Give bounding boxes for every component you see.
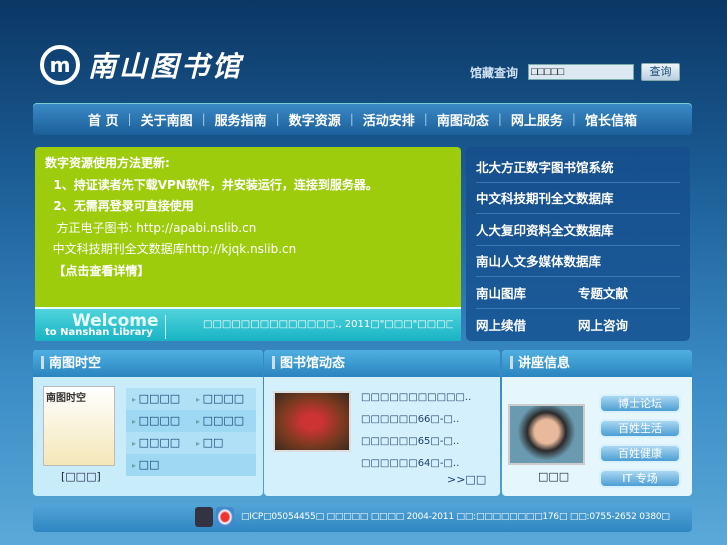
quick-link[interactable]: 人大复印资料全文数据库	[476, 214, 680, 246]
news-item[interactable]: □□□□□□65□-□..	[361, 436, 459, 447]
news-panel: 图书馆动态 □□□□□□□□□□□.. □□□□□□66□-□.. □□□□□□…	[264, 350, 500, 496]
magazine-cover[interactable]: 南图时空	[43, 386, 115, 466]
nav-item[interactable]: 首 页	[79, 110, 128, 129]
cover-title: 南图时空	[46, 393, 86, 404]
nav-item[interactable]: 网上服务	[502, 110, 572, 129]
police-badge-icon[interactable]	[195, 507, 213, 527]
quick-link[interactable]: 南山图库	[476, 283, 578, 302]
news-photo[interactable]	[273, 391, 351, 452]
notice-line: 1、持证读者先下载VPN软件，并安装运行，连接到服务器。	[45, 177, 378, 192]
welcome-subtitle: to Nanshan Library	[45, 327, 153, 338]
notice-line: 2、无需再登录可直接使用	[45, 199, 194, 213]
speaker-name[interactable]: □□□	[538, 470, 569, 483]
nantu-item[interactable]: □□	[132, 458, 160, 471]
nantu-item[interactable]: □□□□	[196, 414, 245, 427]
news-marquee[interactable]: □□□□□□□□□□□□□□., 2011□"□□□"□□□□ "□□□□□"[	[203, 319, 453, 330]
speaker-photo[interactable]	[508, 404, 585, 465]
nantu-item[interactable]: □□□□	[196, 392, 245, 405]
search-label: 馆藏查询	[470, 66, 519, 80]
nav-item[interactable]: 关于南图	[132, 110, 202, 129]
nantu-item[interactable]: □□□□	[132, 414, 181, 427]
logo-icon: m	[40, 45, 80, 85]
lecture-button[interactable]: 博士论坛	[599, 394, 681, 413]
notice-line: 方正电子图书: http://apabi.nslib.cn	[45, 220, 257, 235]
notice-panel[interactable]: 数字资源使用方法更新: 1、持证读者先下载VPN软件，并安装运行，连接到服务器。…	[35, 147, 461, 307]
divider	[165, 315, 166, 339]
nantu-item[interactable]: □□□□	[132, 436, 181, 449]
welcome-strip: Welcome to Nanshan Library □□□□□□□□□□□□□…	[35, 307, 461, 341]
nantu-item[interactable]: □□	[196, 436, 224, 449]
nantu-menu: □□□□ □□□□ □□□□ □□□□ □□□□ □□ □□	[126, 388, 256, 476]
lecture-button[interactable]: 百姓生活	[599, 419, 681, 438]
footer: □ICP□05054455□ □□□□□ □□□□ 2004-2011 □□:□…	[33, 503, 692, 532]
nav-item[interactable]: 活动安排	[354, 110, 424, 129]
nav-item[interactable]: 南图动态	[428, 110, 498, 129]
quick-links: 北大方正数字图书馆系统 中文科技期刊全文数据库 人大复印资料全文数据库 南山人文…	[466, 147, 690, 341]
panel-title: 南图时空	[49, 356, 102, 371]
notice-line: 数字资源使用方法更新:	[45, 156, 170, 170]
quick-link[interactable]: 网上咨询	[578, 315, 680, 334]
news-item[interactable]: □□□□□□□□□□□..	[361, 392, 471, 403]
footer-text: □ICP□05054455□ □□□□□ □□□□ 2004-2011 □□:□…	[241, 512, 670, 522]
nav-item[interactable]: 服务指南	[206, 110, 276, 129]
news-item[interactable]: □□□□□□64□-□..	[361, 458, 459, 469]
nantu-panel: 南图时空 南图时空 [□□□] □□□□ □□□□ □□□□ □□□□ □□□□…	[33, 350, 263, 496]
logo[interactable]: m 南山图书馆	[40, 45, 243, 85]
search-input[interactable]	[528, 64, 634, 80]
quick-link[interactable]: 中文科技期刊全文数据库	[476, 183, 680, 214]
lecture-button[interactable]: 百姓健康	[599, 444, 681, 463]
nantu-item[interactable]: □□□□	[132, 392, 181, 405]
lectures-panel: 讲座信息 □□□ 博士论坛 百姓生活 百姓健康 IT 专场	[502, 350, 692, 496]
search-button[interactable]: 查询	[641, 63, 680, 81]
panel-title: 讲座信息	[518, 356, 571, 371]
cover-caption[interactable]: [□□□]	[61, 470, 101, 483]
nav-item[interactable]: 数字资源	[280, 110, 350, 129]
nav-item[interactable]: 馆长信箱	[576, 110, 646, 129]
network-police-icon[interactable]	[216, 507, 234, 527]
main-nav: 首 页 | 关于南图 | 服务指南 | 数字资源 | 活动安排 | 南图动态 | 网上服务 | 馆长信箱	[33, 103, 692, 135]
panel-title: 图书馆动态	[280, 356, 346, 371]
news-item[interactable]: □□□□□□66□-□..	[361, 414, 459, 425]
quick-link[interactable]: 网上续借	[476, 315, 578, 334]
logo-text: 南山图书馆	[88, 50, 244, 83]
lecture-button[interactable]: IT 专场	[599, 469, 681, 488]
details-link[interactable]: 【点击查看详情】	[45, 261, 451, 283]
quick-link[interactable]: 北大方正数字图书馆系统	[476, 151, 680, 183]
quick-link[interactable]: 南山人文多媒体数据库	[476, 246, 680, 277]
quick-link[interactable]: 专题文献	[578, 283, 680, 302]
more-link[interactable]: >>□□	[447, 473, 486, 486]
notice-line: 中文科技期刊全文数据库http://kjqk.nslib.cn	[45, 242, 297, 256]
